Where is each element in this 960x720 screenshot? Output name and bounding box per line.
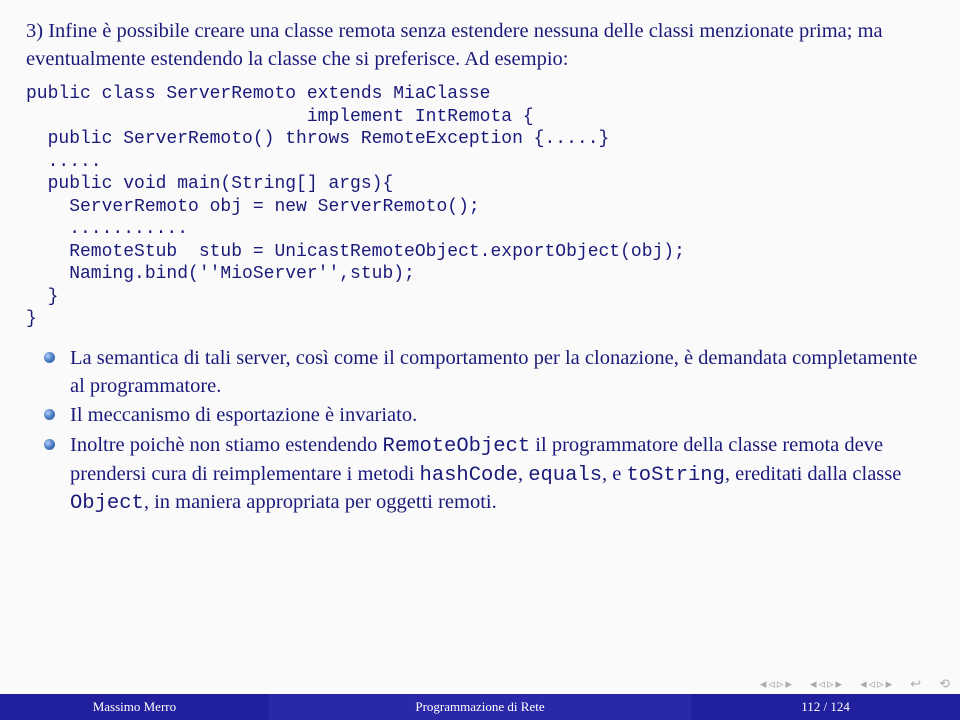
text-run: Il meccanismo di esportazione è invariat… bbox=[70, 404, 417, 426]
intro-paragraph: 3) Infine è possibile creare una classe … bbox=[26, 18, 934, 73]
bullet-item: Il meccanismo di esportazione è invariat… bbox=[70, 402, 934, 430]
footer-title: Programmazione di Rete bbox=[269, 694, 691, 720]
code-block: public class ServerRemoto extends MiaCla… bbox=[26, 83, 934, 331]
bullet-list: La semantica di tali server, così come i… bbox=[26, 345, 934, 518]
bullet-dot-icon bbox=[44, 352, 55, 363]
footer-page: 112 / 124 bbox=[691, 694, 960, 720]
footer: Massimo Merro Programmazione di Rete 112… bbox=[0, 694, 960, 720]
slide: 3) Infine è possibile creare una classe … bbox=[0, 0, 960, 720]
text-run: Inoltre poichè non stiamo estendendo bbox=[70, 434, 383, 456]
nav-first-icon[interactable]: ◂ bbox=[760, 676, 767, 692]
nav-bar: ◂ ◃ ▹ ▸ ◂ ◃ ▹ ▸ ◂ ◃ ▹ ▸ ↩ ⟲ bbox=[760, 676, 950, 692]
nav-sec-prev-icon[interactable]: ◃ bbox=[869, 676, 876, 692]
text-run: , bbox=[518, 463, 528, 485]
nav-frame-first-icon[interactable]: ◂ bbox=[810, 676, 817, 692]
footer-author: Massimo Merro bbox=[0, 694, 269, 720]
nav-cycle-icon[interactable]: ⟲ bbox=[939, 676, 950, 692]
nav-frame-group: ◂ ◃ ▹ ▸ bbox=[810, 676, 842, 692]
nav-slide-group: ◂ ◃ ▹ ▸ bbox=[760, 676, 792, 692]
bullet-item: La semantica di tali server, così come i… bbox=[70, 345, 934, 400]
nav-frame-next-icon[interactable]: ▹ bbox=[827, 676, 834, 692]
nav-last-icon[interactable]: ▸ bbox=[785, 676, 792, 692]
nav-sec-first-icon[interactable]: ◂ bbox=[860, 676, 867, 692]
code-inline: hashCode bbox=[420, 464, 518, 487]
text-run: , ereditati dalla classe bbox=[725, 463, 901, 485]
nav-frame-last-icon[interactable]: ▸ bbox=[836, 676, 843, 692]
text-run: , in maniera appropriata per oggetti rem… bbox=[144, 491, 497, 513]
nav-prev-icon[interactable]: ◃ bbox=[768, 676, 775, 692]
code-inline: toString bbox=[626, 464, 724, 487]
text-run: , e bbox=[602, 463, 626, 485]
bullet-item: Inoltre poichè non stiamo estendendo Rem… bbox=[70, 432, 934, 518]
code-inline: equals bbox=[528, 464, 602, 487]
code-inline: Object bbox=[70, 492, 144, 515]
nav-sec-last-icon[interactable]: ▸ bbox=[886, 676, 893, 692]
text-run: La semantica di tali server, così come i… bbox=[70, 347, 917, 397]
nav-next-icon[interactable]: ▹ bbox=[777, 676, 784, 692]
nav-back-icon[interactable]: ↩ bbox=[910, 676, 921, 692]
nav-section-group: ◂ ◃ ▹ ▸ bbox=[860, 676, 892, 692]
nav-frame-prev-icon[interactable]: ◃ bbox=[818, 676, 825, 692]
bullet-dot-icon bbox=[44, 439, 55, 450]
bullet-dot-icon bbox=[44, 409, 55, 420]
nav-sec-next-icon[interactable]: ▹ bbox=[877, 676, 884, 692]
code-inline: RemoteObject bbox=[383, 435, 531, 458]
